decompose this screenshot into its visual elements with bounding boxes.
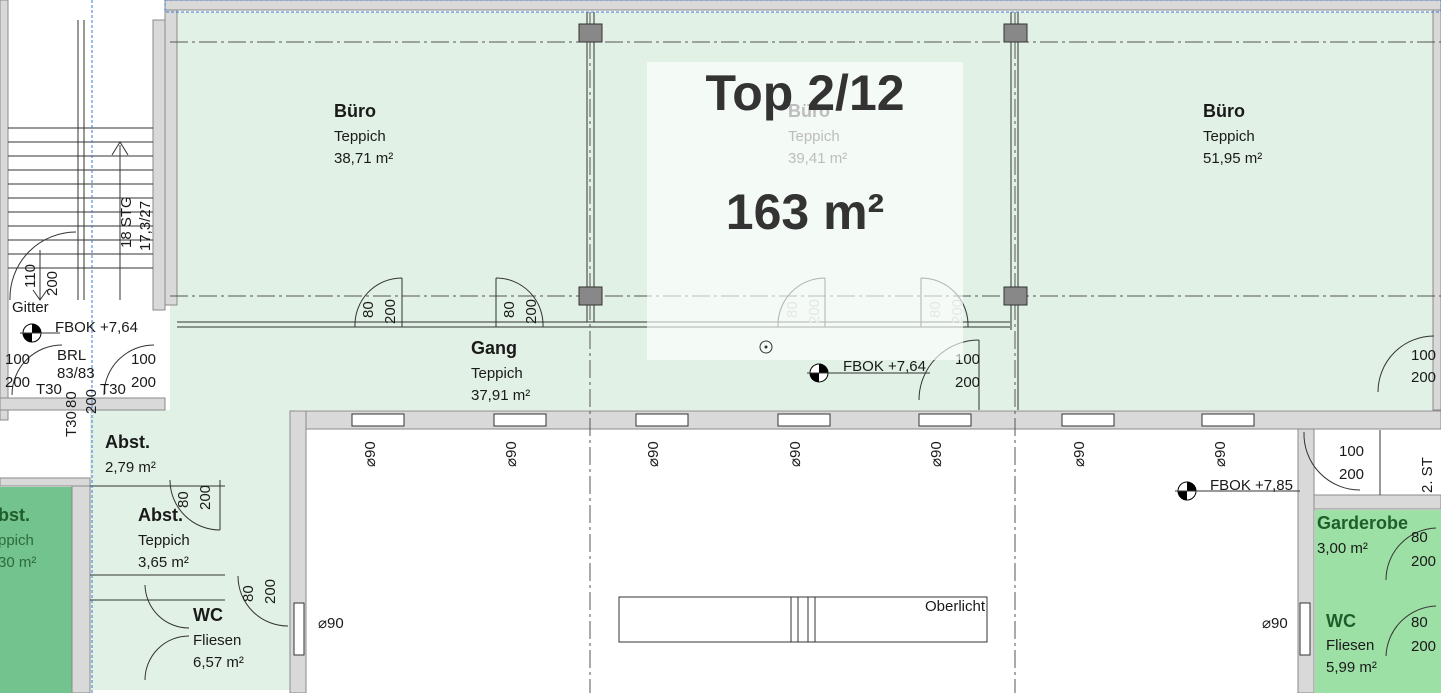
- door-width-label: 100: [131, 351, 156, 368]
- door-width-label: 80: [360, 301, 377, 318]
- door-width-label: 80: [1411, 614, 1428, 631]
- room-floor-buero-2: Teppich: [788, 128, 840, 145]
- t30-label-b: T30: [100, 381, 126, 398]
- brl-value: 83/83: [57, 365, 95, 382]
- oberlicht-label: Oberlicht: [925, 598, 986, 615]
- pipe-label: ⌀90: [787, 441, 804, 467]
- unit-overlay: Büro Teppich 39,41 m² Top 2/12 163 m²: [647, 62, 963, 360]
- room-name-garderobe: Garderobe: [1317, 513, 1408, 533]
- hall-top-wall: [289, 410, 1441, 430]
- gitter-label: Gitter: [12, 299, 49, 316]
- room-area-gang: 37,91 m²: [471, 387, 530, 404]
- pipe-label: ⌀90: [503, 441, 520, 467]
- stair-right-wall: [152, 19, 166, 311]
- abst-top-wall: [0, 477, 91, 487]
- door-height-label: 200: [1339, 466, 1364, 483]
- room-area-buero-2: 39,41 m²: [788, 150, 847, 167]
- stair-st-label: 2. ST: [1419, 457, 1436, 493]
- pipe-label: ⌀90: [362, 441, 379, 467]
- room-floor-wc-2: Fliesen: [1326, 637, 1374, 654]
- pipe-label: ⌀90: [1212, 441, 1229, 467]
- door-height-label: 200: [131, 374, 156, 391]
- room-name-abst-3: bst.: [0, 505, 30, 525]
- t30-label-c: T30: [63, 411, 80, 437]
- brl-label: BRL: [57, 347, 86, 364]
- room-area-abst-3: 30 m²: [0, 554, 36, 571]
- fbok-label-3: FBOK +7,85: [1210, 477, 1293, 494]
- room-floor-abst-2: Teppich: [138, 532, 190, 549]
- t30-label-a: T30: [36, 381, 62, 398]
- garderobe-top-wall: [1313, 494, 1441, 510]
- pipe-label: ⌀90: [645, 441, 662, 467]
- top-wall: [164, 0, 1441, 11]
- door-height-label: 200: [197, 485, 214, 510]
- room-area-abst-2: 3,65 m²: [138, 554, 189, 571]
- left-column-wall: [164, 9, 178, 306]
- door-width-label: 80: [501, 301, 518, 318]
- door-width-label: 80: [1411, 529, 1428, 546]
- room-name-buero-1: Büro: [334, 101, 376, 121]
- door-width-label: 100: [1411, 347, 1436, 364]
- room-name-gang: Gang: [471, 338, 517, 358]
- pipe-label: ⌀90: [928, 441, 945, 467]
- staircase: [8, 20, 153, 301]
- door-height-label: 200: [1411, 369, 1436, 386]
- room-area-buero-1: 38,71 m²: [334, 150, 393, 167]
- room-floor-gang: Teppich: [471, 365, 523, 382]
- pipe-label: ⌀90: [318, 615, 344, 632]
- door-height-label: 200: [44, 271, 61, 296]
- door-width-label: 80: [240, 585, 257, 602]
- room-area-wc-2: 5,99 m²: [1326, 659, 1377, 676]
- door-width-label: 100: [1339, 443, 1364, 460]
- room-area-garderobe: 3,00 m²: [1317, 540, 1368, 557]
- unit-area: 163 m²: [726, 184, 884, 240]
- room-floor-buero-1: Teppich: [334, 128, 386, 145]
- door-width-label: 100: [5, 351, 30, 368]
- room-name-abst-1: Abst.: [105, 432, 150, 452]
- room-floor-wc-1: Fliesen: [193, 632, 241, 649]
- room-area-abst-1: 2,79 m²: [105, 459, 156, 476]
- pipe-label: ⌀90: [1071, 441, 1088, 467]
- pipe-label: ⌀90: [1262, 615, 1288, 632]
- unit-title: Top 2/12: [705, 65, 904, 121]
- door-height-label: 200: [262, 579, 279, 604]
- door-height-label: 200: [1411, 553, 1436, 570]
- room-floor-buero-3: Teppich: [1203, 128, 1255, 145]
- door-height-label: 200: [83, 389, 100, 414]
- door-height-label: 200: [1411, 638, 1436, 655]
- door-height-label: 200: [382, 299, 399, 324]
- room-area-wc-1: 6,57 m²: [193, 654, 244, 671]
- eighty-label: 80: [63, 391, 80, 408]
- door-height-label: 200: [955, 374, 980, 391]
- abst-right-wall: [71, 485, 91, 693]
- floor-plan: Büro Teppich 38,71 m² Büro Teppich 51,95…: [0, 0, 1441, 693]
- room-name-buero-3: Büro: [1203, 101, 1245, 121]
- door-width-label: 110: [22, 264, 39, 288]
- stair-ratio-label: 17,3/27: [137, 201, 154, 251]
- room-name-wc-2: WC: [1326, 611, 1356, 631]
- fbok-label-1: FBOK +7,64: [55, 319, 138, 336]
- room-area-buero-3: 51,95 m²: [1203, 150, 1262, 167]
- stair-count-label: 18 STG: [118, 196, 135, 248]
- room-floor-abst-3: ppich: [0, 532, 34, 549]
- room-name-wc-1: WC: [193, 605, 223, 625]
- door-height-label: 200: [523, 299, 540, 324]
- hall-fill: [307, 430, 1297, 693]
- fbok-label-2: FBOK +7,64: [843, 358, 926, 375]
- door-height-label: 200: [5, 374, 30, 391]
- door-width-label: 80: [175, 491, 192, 508]
